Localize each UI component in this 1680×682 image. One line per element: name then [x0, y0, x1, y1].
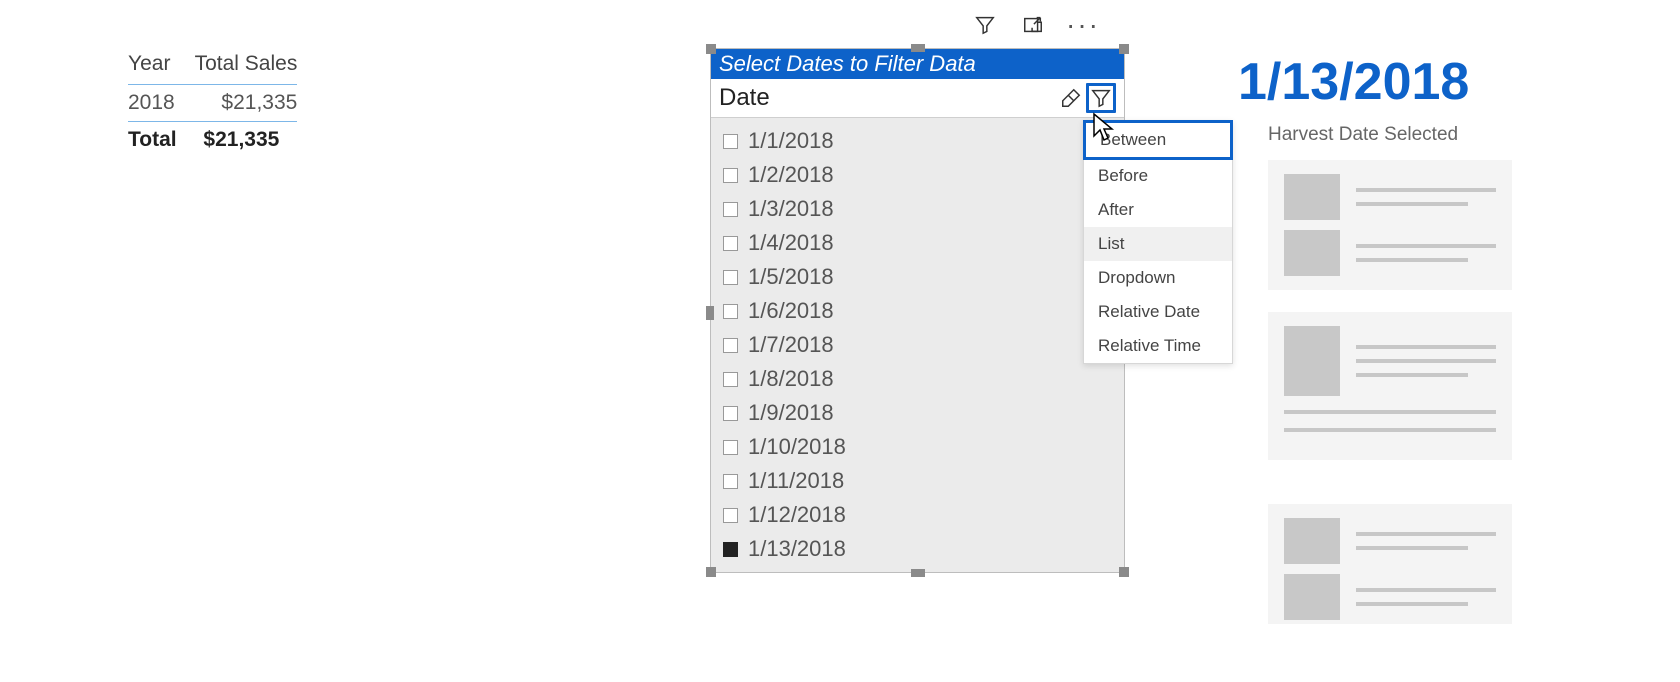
checkbox-icon[interactable] [723, 372, 738, 387]
checkbox-icon[interactable] [723, 508, 738, 523]
slicer-header: Date [711, 79, 1124, 118]
slicer-list[interactable]: 1/1/2018 1/2/2018 1/3/2018 1/4/2018 1/5/2018… [711, 118, 1124, 571]
slicer-item[interactable]: 1/13/2018 [721, 532, 1120, 566]
card-label: Harvest Date Selected [1268, 124, 1458, 146]
resize-handle[interactable] [706, 306, 714, 320]
date-slicer[interactable]: Select Dates to Filter Data Date 1/1/201… [710, 48, 1125, 573]
card-value: 1/13/2018 [1238, 52, 1469, 112]
table-row: 2018 $21,335 [128, 85, 297, 122]
slicer-title: Select Dates to Filter Data [711, 49, 1124, 79]
checkbox-icon[interactable] [723, 202, 738, 217]
slicer-item[interactable]: 1/9/2018 [721, 396, 1120, 430]
slicer-item-label: 1/9/2018 [748, 400, 834, 426]
checkbox-icon[interactable] [723, 542, 738, 557]
menu-item-relative-time[interactable]: Relative Time [1084, 329, 1232, 363]
checkbox-icon[interactable] [723, 134, 738, 149]
checkbox-icon[interactable] [723, 474, 738, 489]
slicer-item-label: 1/14/2018 [748, 570, 846, 571]
filter-icon[interactable] [970, 10, 1000, 40]
resize-handle[interactable] [911, 569, 925, 577]
slicer-field-name: Date [719, 84, 770, 112]
slicer-item[interactable]: 1/6/2018 [721, 294, 1120, 328]
checkbox-icon[interactable] [723, 270, 738, 285]
slicer-item[interactable]: 1/2/2018 [721, 158, 1120, 192]
slicer-item-label: 1/3/2018 [748, 196, 834, 222]
slicer-item-label: 1/2/2018 [748, 162, 834, 188]
slicer-item-label: 1/7/2018 [748, 332, 834, 358]
slicer-item-label: 1/5/2018 [748, 264, 834, 290]
slicer-item-label: 1/12/2018 [748, 502, 846, 528]
resize-handle[interactable] [1119, 567, 1129, 577]
placeholder-visual [1268, 504, 1512, 624]
visual-toolbar: ··· [970, 10, 1100, 40]
slicer-item-label: 1/4/2018 [748, 230, 834, 256]
slicer-item[interactable]: 1/10/2018 [721, 430, 1120, 464]
slicer-item-label: 1/8/2018 [748, 366, 834, 392]
placeholder-visual [1268, 160, 1512, 290]
resize-handle[interactable] [706, 567, 716, 577]
col-total-sales: Total Sales [195, 48, 298, 85]
slicer-item[interactable]: 1/3/2018 [721, 192, 1120, 226]
checkbox-icon[interactable] [723, 440, 738, 455]
menu-item-after[interactable]: After [1084, 193, 1232, 227]
slicer-item-label: 1/1/2018 [748, 128, 834, 154]
menu-item-list[interactable]: List [1084, 227, 1232, 261]
slicer-item[interactable]: 1/12/2018 [721, 498, 1120, 532]
checkbox-icon[interactable] [723, 304, 738, 319]
eraser-icon[interactable] [1056, 83, 1086, 113]
col-year: Year [128, 48, 195, 85]
slicer-type-chevron-icon[interactable] [1086, 83, 1116, 113]
slicer-item[interactable]: 1/7/2018 [721, 328, 1120, 362]
table-total-row: Total $21,335 [128, 122, 297, 159]
menu-item-relative-date[interactable]: Relative Date [1084, 295, 1232, 329]
menu-item-dropdown[interactable]: Dropdown [1084, 261, 1232, 295]
slicer-item[interactable]: 1/1/2018 [721, 124, 1120, 158]
sales-table: Year Total Sales 2018 $21,335 Total $21,… [128, 48, 297, 158]
placeholder-visual [1268, 312, 1512, 460]
slicer-item-label: 1/11/2018 [748, 468, 844, 494]
focus-mode-icon[interactable] [1018, 10, 1048, 40]
slicer-item[interactable]: 1/8/2018 [721, 362, 1120, 396]
resize-handle[interactable] [706, 44, 716, 54]
slicer-item[interactable]: 1/5/2018 [721, 260, 1120, 294]
more-icon[interactable]: ··· [1066, 20, 1100, 30]
slicer-item[interactable]: 1/4/2018 [721, 226, 1120, 260]
checkbox-icon[interactable] [723, 236, 738, 251]
slicer-item-label: 1/10/2018 [748, 434, 846, 460]
slicer-item-label: 1/6/2018 [748, 298, 834, 324]
slicer-type-menu: BetweenBeforeAfterListDropdownRelative D… [1083, 120, 1233, 364]
cursor-icon [1090, 112, 1122, 144]
slicer-item[interactable]: 1/11/2018 [721, 464, 1120, 498]
checkbox-icon[interactable] [723, 406, 738, 421]
checkbox-icon[interactable] [723, 338, 738, 353]
checkbox-icon[interactable] [723, 168, 738, 183]
menu-item-before[interactable]: Before [1084, 159, 1232, 193]
slicer-item-label: 1/13/2018 [748, 536, 846, 562]
resize-handle[interactable] [1119, 44, 1129, 54]
resize-handle[interactable] [911, 44, 925, 52]
